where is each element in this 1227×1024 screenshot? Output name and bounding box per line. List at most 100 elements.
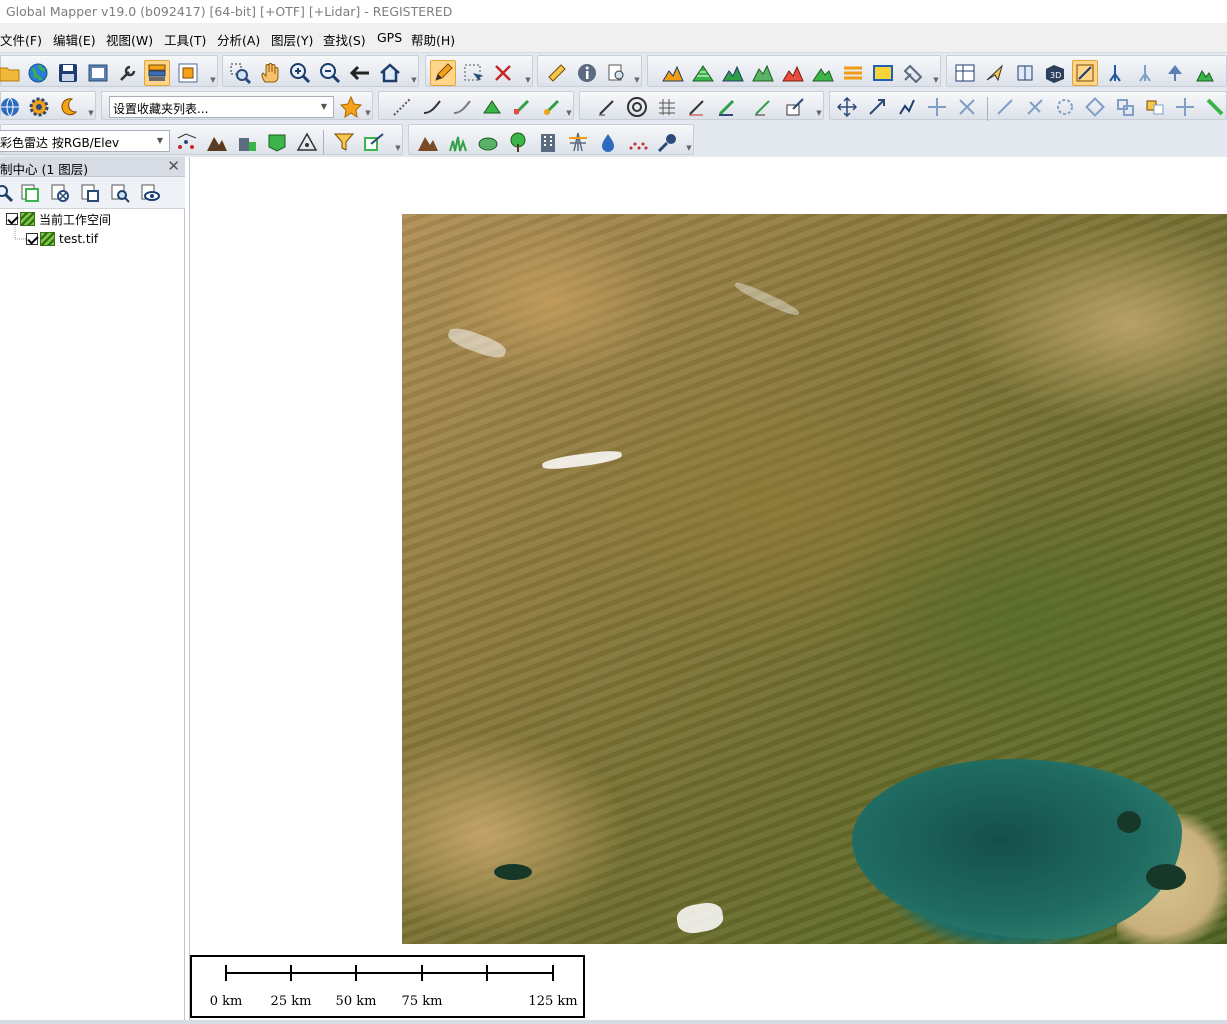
- create-polyline-icon[interactable]: [449, 94, 475, 120]
- view-shed-icon[interactable]: [720, 60, 746, 86]
- menu-tools[interactable]: 工具(T): [164, 30, 206, 49]
- cut-fill-icon[interactable]: [780, 60, 806, 86]
- pan-hand-icon[interactable]: [257, 60, 283, 86]
- toolbar-grip-icon[interactable]: ▼: [685, 144, 693, 154]
- menu-edit[interactable]: 编辑(E): [53, 30, 96, 49]
- digitizer-pencil-icon[interactable]: [430, 60, 456, 86]
- path-profile-icon[interactable]: [604, 60, 630, 86]
- reshape-icon[interactable]: [1112, 94, 1138, 120]
- connect-nodes-icon[interactable]: [894, 94, 920, 120]
- chevron-down-icon[interactable]: ▼: [153, 133, 167, 149]
- point-display-icon[interactable]: [174, 129, 200, 155]
- shader-palette-icon[interactable]: [870, 60, 896, 86]
- zoom-to-layer-icon[interactable]: [0, 181, 16, 205]
- ground-classify-icon[interactable]: [1192, 60, 1218, 86]
- control-center-icon[interactable]: [144, 60, 170, 86]
- close-icon[interactable]: ✕: [167, 157, 180, 175]
- tree-item-layer[interactable]: test.tif: [26, 230, 98, 248]
- point-cloud-icon[interactable]: [1102, 60, 1128, 86]
- create-point-icon[interactable]: [509, 94, 535, 120]
- search-layer-icon[interactable]: [108, 181, 132, 205]
- home-icon[interactable]: [377, 60, 403, 86]
- create-area-icon[interactable]: [479, 94, 505, 120]
- view-3d-window-icon[interactable]: [952, 60, 978, 86]
- show-layer-eye-icon[interactable]: [138, 181, 162, 205]
- scale-icon[interactable]: [864, 94, 890, 120]
- select-box-icon[interactable]: [460, 60, 486, 86]
- export-icon[interactable]: [85, 60, 111, 86]
- open-folder-icon[interactable]: [0, 60, 23, 86]
- zoom-out-icon[interactable]: [317, 60, 343, 86]
- toolbar-grip-icon[interactable]: ▼: [364, 109, 372, 119]
- attribute-edit-icon[interactable]: [782, 94, 808, 120]
- metadata-icon[interactable]: [78, 181, 102, 205]
- settings-gear-icon[interactable]: [26, 94, 52, 120]
- favorite-star-icon[interactable]: [338, 94, 364, 120]
- feature-info-icon[interactable]: [574, 60, 600, 86]
- delete-x-icon[interactable]: [490, 60, 516, 86]
- bush-icon[interactable]: [475, 129, 501, 155]
- filter-icon[interactable]: [331, 129, 357, 155]
- rotate-vertex-icon[interactable]: [1082, 94, 1108, 120]
- satellite-raster-image[interactable]: [402, 214, 1227, 944]
- toolbar-grip-icon[interactable]: ▼: [815, 109, 823, 119]
- web-globe-icon[interactable]: [0, 94, 23, 120]
- contour-icon[interactable]: [690, 60, 716, 86]
- close-layer-icon[interactable]: [48, 181, 72, 205]
- pan-arrows-icon[interactable]: [924, 94, 950, 120]
- grass-icon[interactable]: [445, 129, 471, 155]
- terrain-color-icon[interactable]: [660, 60, 686, 86]
- split-feature-icon[interactable]: [714, 94, 740, 120]
- water-drop-icon[interactable]: [595, 129, 621, 155]
- line-of-sight-icon[interactable]: [810, 60, 836, 86]
- menu-gps[interactable]: GPS: [377, 30, 402, 45]
- lidar-toggle-icon[interactable]: [1072, 60, 1098, 86]
- mountain-icon[interactable]: [415, 129, 441, 155]
- menu-file[interactable]: 文件(F): [0, 30, 42, 49]
- triangle-icon[interactable]: [294, 129, 320, 155]
- fly-through-icon[interactable]: [982, 60, 1008, 86]
- menu-layer[interactable]: 图层(Y): [271, 30, 313, 49]
- power-tower-icon[interactable]: [565, 129, 591, 155]
- building-class-icon[interactable]: [535, 129, 561, 155]
- toolbar-grip-icon[interactable]: ▼: [932, 76, 940, 86]
- create-line-edit-icon[interactable]: [419, 94, 445, 120]
- configure-wrench-icon[interactable]: [115, 60, 141, 86]
- menu-help[interactable]: 帮助(H): [411, 30, 455, 49]
- watershed-icon[interactable]: [750, 60, 776, 86]
- delete-vertex-icon[interactable]: [1022, 94, 1048, 120]
- overview-map-icon[interactable]: [175, 60, 201, 86]
- digitize-draw-icon[interactable]: [684, 94, 710, 120]
- tree-classify-icon[interactable]: [1162, 60, 1188, 86]
- measure-ruler-icon[interactable]: [544, 60, 570, 86]
- toolbar-grip-icon[interactable]: ▼: [410, 76, 418, 86]
- toolbar-grip-icon[interactable]: ▼: [565, 109, 573, 119]
- key-points-icon[interactable]: [655, 129, 681, 155]
- building-icon[interactable]: [234, 129, 260, 155]
- menu-analysis[interactable]: 分析(A): [217, 30, 260, 49]
- grid-edit-icon[interactable]: [654, 94, 680, 120]
- globe-icon[interactable]: [25, 60, 51, 86]
- menu-search[interactable]: 查找(S): [323, 30, 366, 49]
- snap-icon[interactable]: [954, 94, 980, 120]
- tree-icon[interactable]: [505, 129, 531, 155]
- lidar-profile-icon[interactable]: [1132, 60, 1158, 86]
- noise-points-icon[interactable]: [625, 129, 651, 155]
- zoom-in-icon[interactable]: [287, 60, 313, 86]
- back-arrow-icon[interactable]: [347, 60, 373, 86]
- shader-cube-icon[interactable]: [264, 129, 290, 155]
- zoom-box-icon[interactable]: [227, 60, 253, 86]
- favorites-combo[interactable]: 设置收藏夹列表... ▼: [109, 96, 334, 118]
- check-edit-icon[interactable]: [750, 94, 776, 120]
- shader-combo[interactable]: 彩色雷达 按RGB/Elev ▼: [0, 130, 170, 152]
- target-range-icon[interactable]: [624, 94, 650, 120]
- crosshair-icon[interactable]: [1172, 94, 1198, 120]
- rotate-view-icon[interactable]: [1012, 60, 1038, 86]
- moon-icon[interactable]: [55, 94, 81, 120]
- add-vertex-icon[interactable]: [992, 94, 1018, 120]
- toolbar-grip-icon[interactable]: ▼: [209, 76, 217, 86]
- measure-line-icon[interactable]: [1202, 94, 1227, 120]
- toolbar-grip-icon[interactable]: ▼: [87, 109, 95, 119]
- satellite-icon[interactable]: [900, 60, 926, 86]
- create-line-icon[interactable]: [389, 94, 415, 120]
